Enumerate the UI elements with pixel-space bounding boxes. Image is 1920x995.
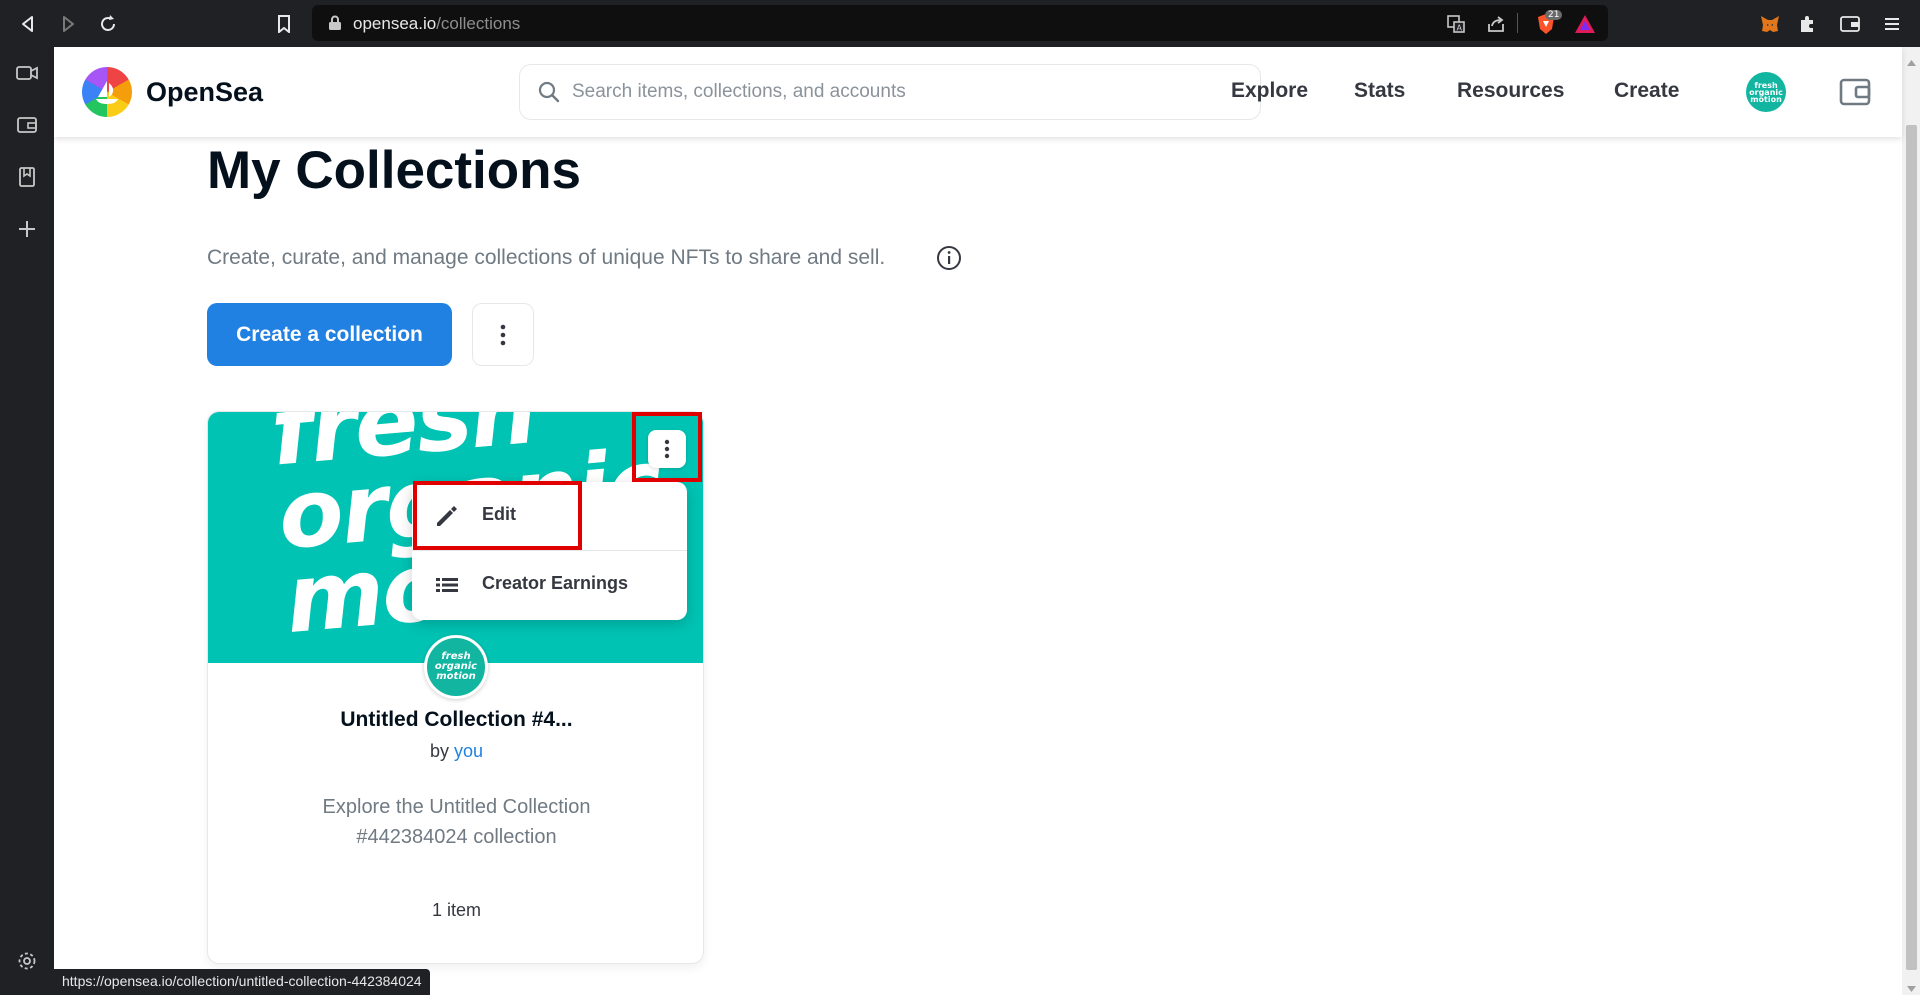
brave-rewards-icon[interactable] xyxy=(1574,13,1596,35)
brand-name[interactable]: OpenSea xyxy=(146,77,263,108)
owner-prefix: by xyxy=(429,741,449,761)
search-icon xyxy=(538,81,560,107)
settings-icon[interactable] xyxy=(13,947,41,975)
browser-toolbar: opensea.io/collections A 21 xyxy=(0,0,1920,47)
nav-resources[interactable]: Resources xyxy=(1457,79,1564,103)
brave-shield-icon[interactable]: 21 xyxy=(1531,10,1563,35)
nav-explore[interactable]: Explore xyxy=(1231,79,1308,103)
opensea-logo-icon[interactable] xyxy=(82,67,132,117)
address-divider xyxy=(1517,13,1518,33)
url-text: opensea.io/collections xyxy=(353,14,520,34)
collection-title[interactable]: Untitled Collection #4... xyxy=(208,708,703,732)
svg-text:A: A xyxy=(1457,24,1463,33)
collection-owner: by you xyxy=(208,741,703,762)
metamask-icon[interactable] xyxy=(1756,10,1784,38)
share-icon[interactable] xyxy=(1485,13,1507,35)
address-bar[interactable]: opensea.io/collections A 21 xyxy=(312,5,1608,41)
menu-icon[interactable] xyxy=(1878,10,1906,38)
add-panel-icon[interactable] xyxy=(13,215,41,243)
wallet-panel-icon[interactable] xyxy=(13,111,41,139)
lock-icon xyxy=(328,15,342,35)
create-collection-button[interactable]: Create a collection xyxy=(207,303,452,366)
url-path: /collections xyxy=(436,14,521,33)
collection-avatar: fresh organic motion xyxy=(424,635,488,699)
more-vertical-icon xyxy=(500,324,506,345)
collection-item-count: 1 item xyxy=(431,900,482,920)
wallet-icon[interactable] xyxy=(1839,77,1871,107)
wallet-extension-icon[interactable] xyxy=(1836,10,1864,38)
shield-count-badge: 21 xyxy=(1545,10,1563,20)
scroll-up-arrow-icon[interactable] xyxy=(1906,52,1917,66)
nav-create[interactable]: Create xyxy=(1614,79,1679,103)
card-dropdown-menu: Edit Creator Earnings xyxy=(412,482,687,620)
collection-description: Explore the Untitled Collection #4423840… xyxy=(322,796,591,848)
more-options-button[interactable] xyxy=(472,303,534,366)
url-domain: opensea.io xyxy=(353,14,437,33)
video-icon[interactable] xyxy=(13,59,41,87)
browser-sidebar xyxy=(0,47,54,995)
reading-list-icon[interactable] xyxy=(13,163,41,191)
bookmark-icon[interactable] xyxy=(270,10,298,38)
menu-item-creator-earnings-label: Creator Earnings xyxy=(482,573,629,593)
collection-avatar-text: fresh organic motion xyxy=(434,651,478,682)
back-icon[interactable] xyxy=(14,10,42,38)
nav-stats[interactable]: Stats xyxy=(1354,79,1405,103)
profile-avatar-text: fresh organic motion xyxy=(1749,80,1783,104)
search-bar[interactable] xyxy=(519,64,1261,120)
menu-item-creator-earnings[interactable]: Creator Earnings xyxy=(412,551,687,619)
site-header: OpenSea Explore Stats Resources Create f… xyxy=(54,47,1902,137)
status-bar-url: https://opensea.io/collection/untitled-c… xyxy=(54,969,430,995)
extensions-icon[interactable] xyxy=(1793,10,1821,38)
menu-item-edit-label: Edit xyxy=(482,504,516,524)
scroll-down-arrow-icon[interactable] xyxy=(1906,978,1917,992)
list-icon xyxy=(434,573,460,597)
page-subtitle: Create, curate, and manage collections o… xyxy=(207,246,886,269)
translate-icon[interactable]: A xyxy=(1445,13,1467,35)
more-vertical-icon xyxy=(664,439,670,459)
forward-icon[interactable] xyxy=(54,10,82,38)
profile-avatar[interactable]: fresh organic motion xyxy=(1746,72,1786,112)
scrollbar-thumb[interactable] xyxy=(1906,125,1917,970)
menu-item-edit[interactable]: Edit xyxy=(412,482,687,550)
owner-link[interactable]: you xyxy=(454,741,483,761)
reload-icon[interactable] xyxy=(94,10,122,38)
card-menu-button[interactable] xyxy=(648,430,686,468)
info-icon[interactable] xyxy=(936,245,962,275)
search-input[interactable] xyxy=(572,75,1232,109)
pencil-icon xyxy=(434,504,460,528)
page-title: My Collections xyxy=(207,141,582,200)
